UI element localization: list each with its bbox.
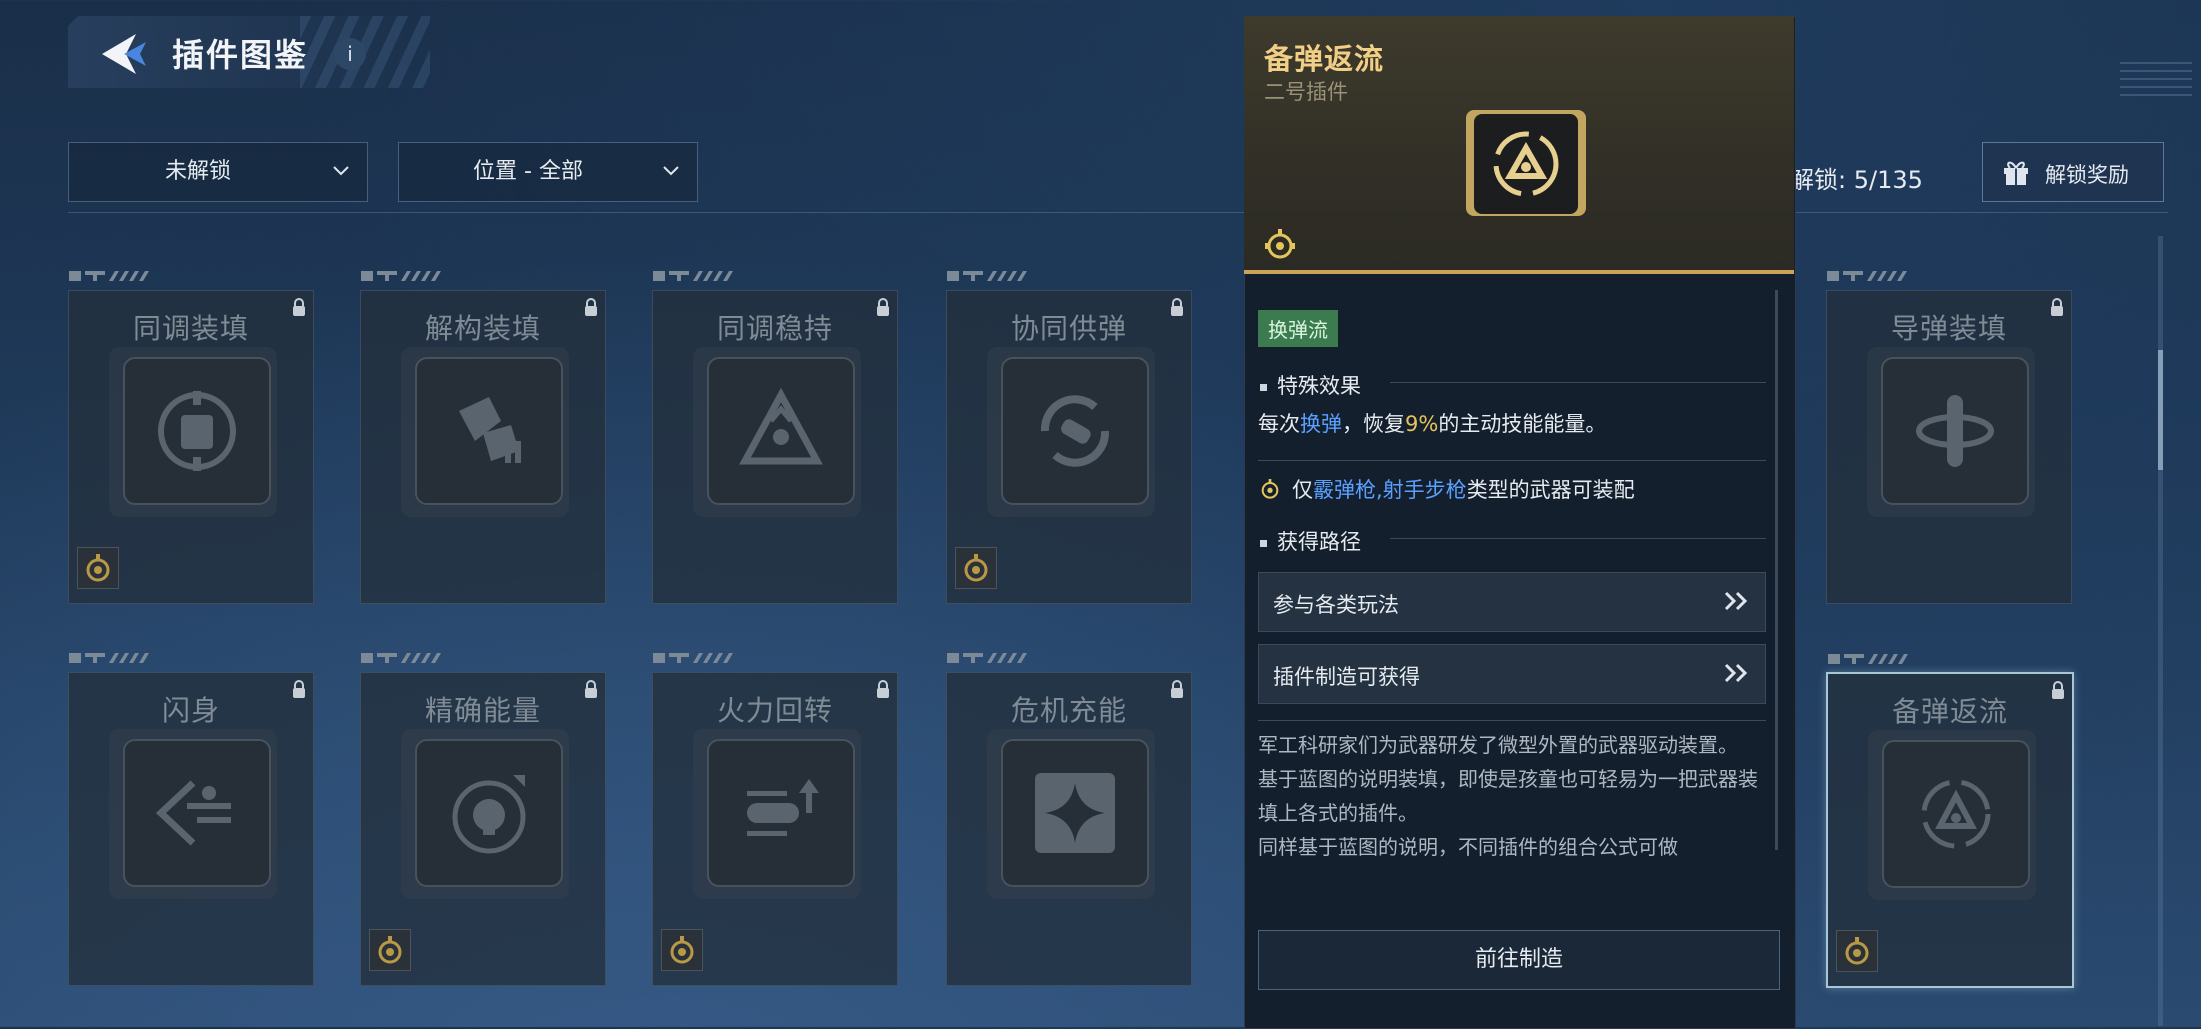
card-icon-tile: [707, 739, 855, 887]
dash-runner-icon: [155, 780, 231, 846]
detail-scrollbar[interactable]: [1775, 290, 1778, 850]
corner-decoration: [2120, 56, 2192, 96]
gift-icon: [2004, 161, 2028, 185]
star-diamond-icon: [1035, 773, 1115, 853]
card-tag-stripes: [947, 271, 1027, 281]
build-tag: 换弹流: [1258, 310, 1338, 347]
card-name: 备弹返流: [1891, 695, 2008, 728]
attachment-type-icon: [955, 547, 997, 589]
card-tag-stripes: [653, 653, 733, 663]
detail-title: 备弹返流: [1264, 42, 1385, 76]
card-tag-stripes: [947, 653, 1027, 663]
card-tag-stripes: [69, 653, 149, 663]
attachment-type-icon: [369, 929, 411, 971]
lock-icon: [1171, 298, 1183, 316]
position-filter-label: 位置 - 全部: [473, 159, 583, 184]
effect-heading: 特殊效果: [1260, 370, 1361, 400]
double-chevron-right-icon: [1724, 663, 1748, 683]
attachment-type-icon: [1265, 229, 1295, 259]
card-name: 解构装填: [424, 312, 541, 345]
lock-icon: [1171, 680, 1183, 698]
card-tag-stripes: [361, 653, 441, 663]
card-tag-stripes: [653, 271, 733, 281]
card-tag-stripes: [1827, 271, 1907, 281]
lock-icon: [585, 298, 597, 316]
effect-text: 每次换弹，恢复9%的主动技能能量。: [1258, 412, 1607, 436]
card-name: 闪身: [161, 694, 220, 727]
chevron-down-icon: [333, 166, 349, 176]
lock-icon: [2051, 298, 2063, 316]
route-gameplay[interactable]: 参与各类玩法: [1258, 572, 1766, 632]
attachment-type-icon: [1261, 479, 1279, 499]
filter-divider: [68, 212, 2168, 213]
chevron-down-icon: [663, 166, 679, 176]
card-name: 危机充能: [1010, 694, 1127, 727]
card-icon-tile: [415, 357, 563, 505]
triangle-return-icon: [1466, 110, 1586, 216]
card-name: 同调稳持: [716, 312, 833, 345]
fist-target-icon: [158, 391, 236, 471]
weapon-restriction: 仅霰弹枪,射手步枪类型的武器可装配: [1258, 474, 1635, 504]
card-name: 协同供弹: [1010, 312, 1127, 345]
unlock-reward-label: 解锁奖励: [2045, 163, 2129, 187]
triangle-return-icon: [1921, 779, 1991, 849]
card-tag-stripes: [361, 271, 441, 281]
grid-scrollbar-thumb[interactable]: [2158, 350, 2163, 470]
detail-subtitle: 二号插件: [1264, 80, 1348, 104]
attachment-description: 军工科研家们为武器研发了微型外置的武器驱动装置。 基于蓝图的说明装填，即使是孩童…: [1258, 733, 1758, 859]
double-chevron-right-icon: [1724, 591, 1748, 611]
lock-icon: [877, 680, 889, 698]
bullet-up-icon: [747, 779, 819, 836]
card-name: 精确能量: [424, 694, 541, 727]
attachment-card[interactable]: 火力回转: [652, 653, 898, 986]
route-crafting[interactable]: 插件制造可获得: [1258, 644, 1766, 704]
back-arrow-icon[interactable]: [96, 30, 152, 78]
position-filter-dropdown[interactable]: 位置 - 全部: [398, 142, 698, 202]
lock-icon: [2052, 681, 2064, 699]
lock-icon: [293, 680, 305, 698]
page-title: 插件图鉴: [172, 36, 309, 74]
card-tag-stripes: [69, 271, 149, 281]
attachment-type-icon: [77, 547, 119, 589]
attachment-card[interactable]: 闪身: [68, 653, 314, 986]
card-icon-tile: [123, 739, 271, 887]
bullet-cycle-icon: [1040, 395, 1110, 467]
attachment-card[interactable]: 危机充能: [946, 653, 1192, 986]
card-name: 导弹装填: [1890, 312, 2007, 345]
attachment-card[interactable]: 导弹装填: [1826, 271, 2072, 604]
attachment-type-icon: [661, 929, 703, 971]
skull-target-icon: [452, 775, 526, 854]
route-heading: 获得路径: [1260, 526, 1361, 556]
attachment-card[interactable]: 同调装填: [68, 271, 314, 604]
card-tag-stripes: [1828, 654, 1908, 664]
info-icon[interactable]: i: [334, 38, 366, 70]
attachment-card[interactable]: 同调稳持: [652, 271, 898, 604]
unlock-filter-label: 未解锁: [164, 159, 231, 184]
attachment-type-icon: [1836, 930, 1878, 972]
attachment-card[interactable]: 备弹返流: [1826, 654, 2074, 988]
go-craft-button[interactable]: 前往制造: [1258, 930, 1780, 990]
card-name: 火力回转: [716, 694, 833, 727]
card-icon-tile: [123, 357, 271, 505]
card-icon-tile: [1001, 739, 1149, 887]
unlock-reward-button[interactable]: 解锁奖励: [1982, 142, 2164, 202]
attachment-card[interactable]: 协同供弹: [946, 271, 1192, 604]
card-icon-tile: [1881, 357, 2029, 505]
card-icon-tile: [1882, 740, 2030, 888]
card-icon-tile: [707, 357, 855, 505]
card-name: 同调装填: [132, 312, 249, 345]
card-icon-tile: [415, 739, 563, 887]
missile-icon: [1916, 395, 1994, 467]
card-icon-tile: [1001, 357, 1149, 505]
lock-icon: [585, 680, 597, 698]
unlock-filter-dropdown[interactable]: 未解锁: [68, 142, 368, 202]
broken-ammo-icon: [459, 397, 521, 463]
lock-icon: [877, 298, 889, 316]
triangle-cycle-icon: [739, 387, 823, 465]
lock-icon: [293, 298, 305, 316]
unlock-progress: 解锁: 5/135: [1790, 166, 1923, 194]
attachment-card[interactable]: 解构装填: [360, 271, 606, 604]
attachment-card[interactable]: 精确能量: [360, 653, 606, 986]
